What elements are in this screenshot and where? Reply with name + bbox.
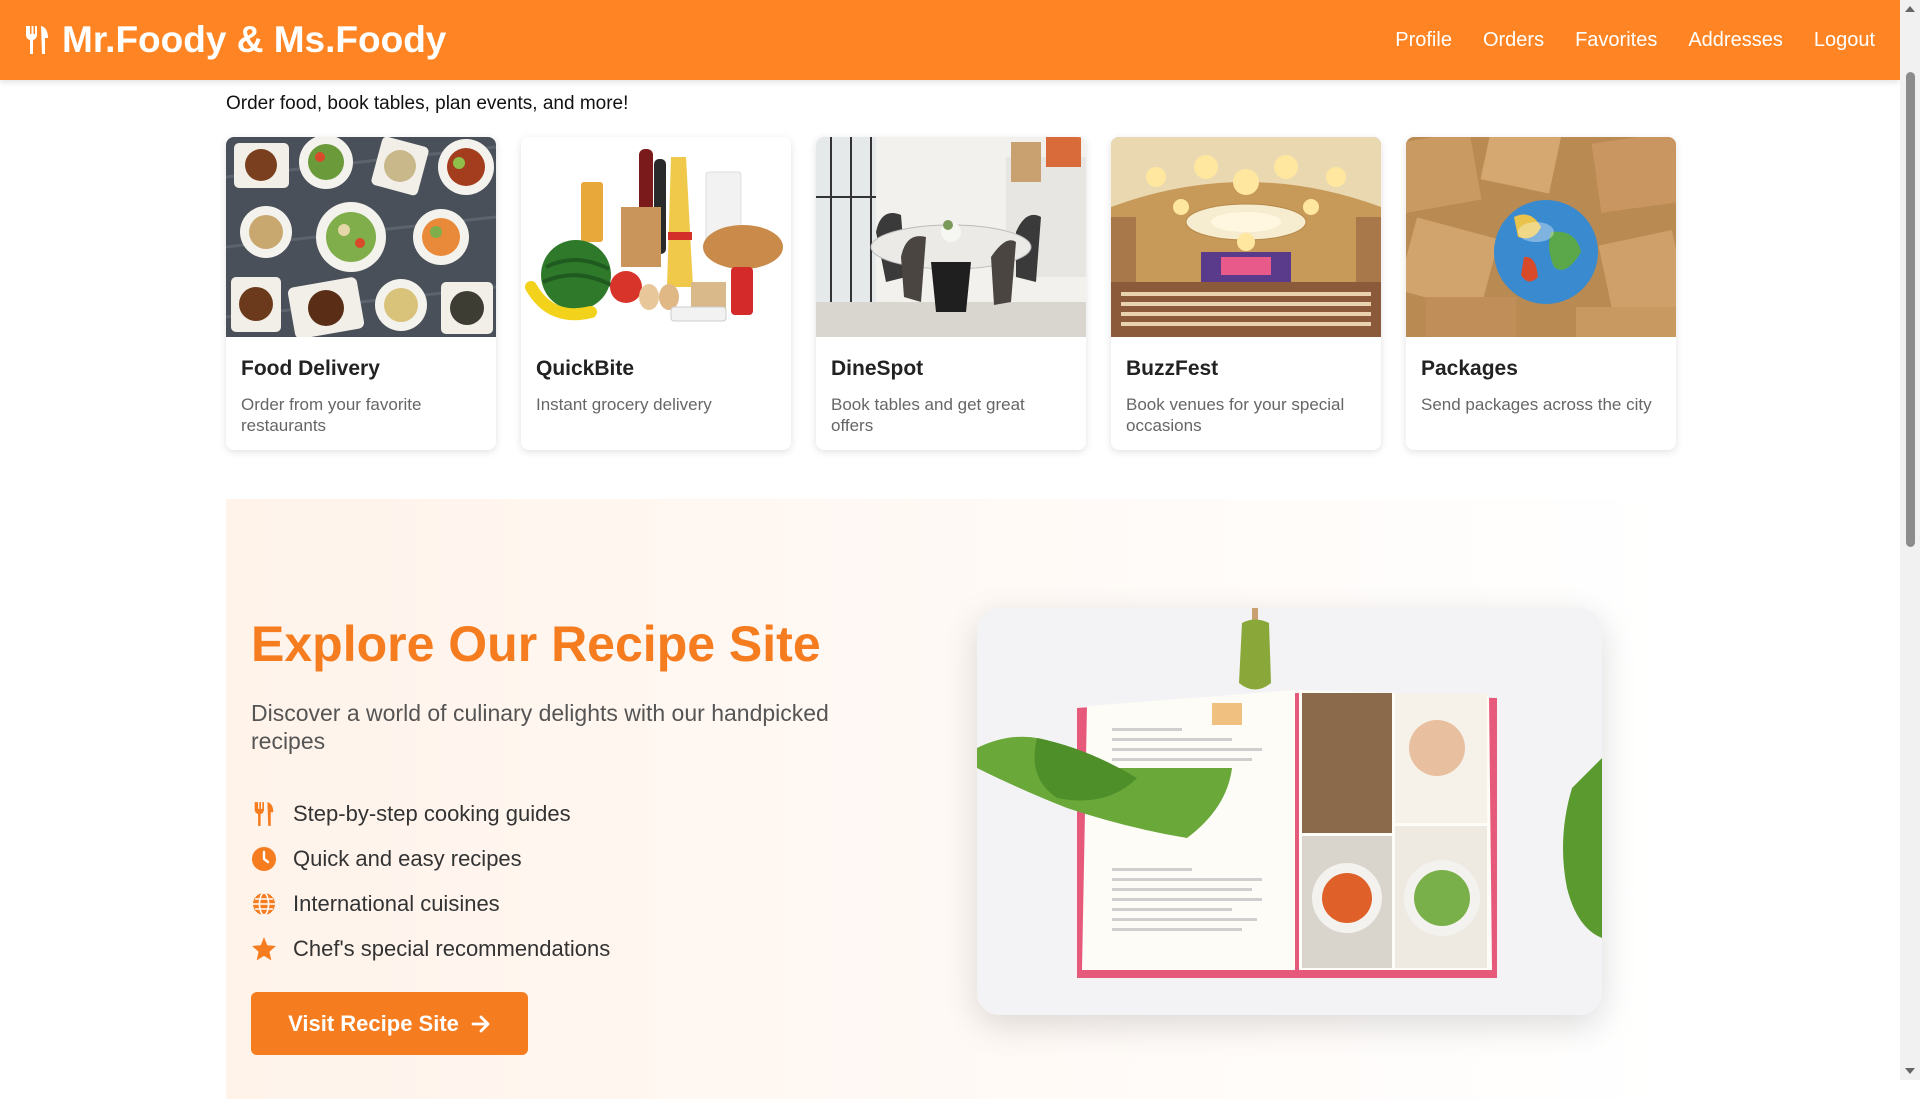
dining-table-image <box>816 137 1086 337</box>
card-title: Food Delivery <box>241 357 380 380</box>
service-card-buzzfest[interactable]: BuzzFest Book venues for your special oc… <box>1111 137 1381 450</box>
scrollbar-thumb[interactable] <box>1906 72 1915 547</box>
service-card-dinespot[interactable]: DineSpot Book tables and get great offer… <box>816 137 1086 450</box>
service-card-packages[interactable]: Packages Send packages across the city <box>1406 137 1676 450</box>
recipe-feature-list: Step-by-step cooking guides Quick and ea… <box>251 791 610 971</box>
visit-recipe-site-button[interactable]: Visit Recipe Site <box>251 992 528 1055</box>
page-tagline: Order food, book tables, plan events, an… <box>226 93 629 114</box>
globe-icon <box>251 891 277 917</box>
recipe-book-image <box>977 608 1602 1015</box>
card-title: DineSpot <box>831 357 924 380</box>
feature-label: Step-by-step cooking guides <box>293 800 571 826</box>
utensils-icon <box>25 26 48 54</box>
recipe-title: Explore Our Recipe Site <box>251 616 821 672</box>
card-title: Packages <box>1421 357 1518 380</box>
packages-globe-image <box>1406 137 1676 337</box>
scroll-down-arrow[interactable] <box>1905 1068 1915 1074</box>
page-scrollbar[interactable] <box>1900 0 1920 1080</box>
service-card-quickbite[interactable]: QuickBite Instant grocery delivery <box>521 137 791 450</box>
feature-label: Quick and easy recipes <box>293 845 522 871</box>
brand-name: Mr.Foody & Ms.Foody <box>62 19 447 60</box>
star-icon <box>251 936 277 962</box>
groceries-image <box>521 137 791 337</box>
scroll-up-arrow[interactable] <box>1905 6 1915 12</box>
feature-item: Chef's special recommendations <box>251 926 610 971</box>
service-card-food-delivery[interactable]: Food Delivery Order from your favorite r… <box>226 137 496 450</box>
card-description: Order from your favorite restaurants <box>241 395 422 435</box>
brand-logo[interactable]: Mr.Foody & Ms.Foody <box>24 19 446 61</box>
recipe-subtitle: Discover a world of culinary delights wi… <box>251 700 829 754</box>
recipe-promo-section: Explore Our Recipe Site Discover a world… <box>226 499 1676 1099</box>
feature-label: Chef's special recommendations <box>293 935 611 961</box>
card-title: BuzzFest <box>1126 357 1219 380</box>
card-description: Book tables and get great offers <box>831 395 1025 435</box>
nav-logout[interactable]: Logout <box>1814 29 1875 52</box>
utensils-icon <box>251 801 277 827</box>
nav-links: Profile Orders Favorites Addresses Logou… <box>1395 29 1876 52</box>
arrow-right-icon <box>471 1015 490 1032</box>
banquet-hall-image <box>1111 137 1381 337</box>
nav-favorites[interactable]: Favorites <box>1575 29 1657 52</box>
top-navbar: Mr.Foody & Ms.Foody Profile Orders Favor… <box>0 0 1900 80</box>
nav-addresses[interactable]: Addresses <box>1688 29 1783 52</box>
card-description: Book venues for your special occasions <box>1126 395 1345 435</box>
card-description: Send packages across the city <box>1421 395 1652 414</box>
feature-item: Quick and easy recipes <box>251 836 610 881</box>
clock-icon <box>251 846 277 872</box>
food-dishes-image <box>226 137 496 337</box>
nav-orders[interactable]: Orders <box>1483 29 1544 52</box>
feature-item: International cuisines <box>251 881 610 926</box>
nav-profile[interactable]: Profile <box>1395 29 1452 52</box>
visit-button-label: Visit Recipe Site <box>288 1010 459 1036</box>
feature-item: Step-by-step cooking guides <box>251 791 610 836</box>
card-description: Instant grocery delivery <box>536 395 712 414</box>
feature-label: International cuisines <box>293 890 500 916</box>
service-cards: Food Delivery Order from your favorite r… <box>226 137 1676 450</box>
card-title: QuickBite <box>536 357 635 380</box>
